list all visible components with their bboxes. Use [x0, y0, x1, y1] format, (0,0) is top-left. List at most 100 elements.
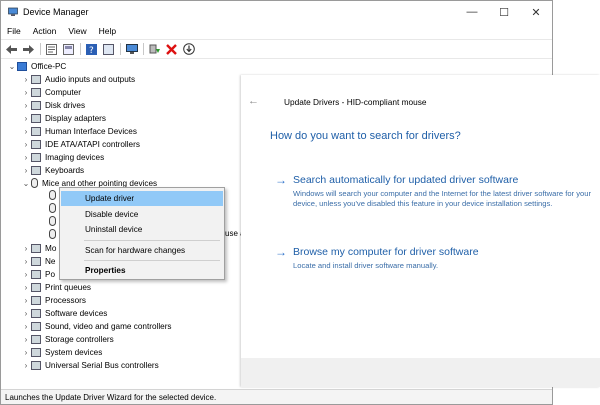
chevron-down-icon[interactable]: ⌄	[7, 62, 17, 71]
mouse-device-icon[interactable]	[49, 190, 56, 200]
menu-properties[interactable]: Properties	[61, 263, 223, 278]
show-hide-icon[interactable]	[62, 43, 75, 56]
toolbar-separator	[80, 43, 81, 55]
tree-item[interactable]: › Display adapters	[21, 112, 106, 124]
chevron-right-icon[interactable]: ›	[21, 257, 31, 266]
download-icon[interactable]	[182, 43, 195, 56]
update-drivers-panel: ← Update Drivers - HID-compliant mouse H…	[241, 75, 600, 387]
chevron-right-icon[interactable]: ›	[21, 127, 31, 136]
tree-item-label: Imaging devices	[45, 152, 105, 162]
storage-controller-icon	[31, 334, 41, 344]
tree-item[interactable]: › Storage controllers	[21, 333, 114, 345]
tree-item[interactable]: › Audio inputs and outputs	[21, 73, 135, 85]
tree-item[interactable]: › Mo	[21, 242, 56, 254]
menu-file[interactable]: File	[1, 26, 27, 36]
arrow-right-icon: →	[275, 245, 287, 259]
option-description: Windows will search your computer and th…	[293, 189, 591, 208]
update-driver-icon[interactable]	[148, 43, 161, 56]
hid-icon	[31, 126, 41, 136]
tree-item[interactable]: › Universal Serial Bus controllers	[21, 359, 159, 371]
menu-disable-device[interactable]: Disable device	[61, 207, 223, 222]
option-title[interactable]: Browse my computer for driver software	[293, 246, 479, 258]
tree-item-label: Universal Serial Bus controllers	[45, 360, 159, 370]
menu-scan-hardware[interactable]: Scan for hardware changes	[61, 243, 223, 258]
chevron-right-icon[interactable]: ›	[21, 309, 31, 318]
option-title[interactable]: Search automatically for updated driver …	[293, 174, 518, 186]
menu-action[interactable]: Action	[27, 26, 63, 36]
tree-item-label: Sound, video and game controllers	[45, 321, 172, 331]
uninstall-icon[interactable]	[165, 43, 178, 56]
tree-item-label: Keyboards	[45, 165, 85, 175]
mouse-device-icon[interactable]	[49, 216, 56, 226]
imaging-device-icon	[31, 152, 41, 162]
chevron-right-icon[interactable]: ›	[21, 140, 31, 149]
menu-help[interactable]: Help	[93, 26, 122, 36]
ports-icon	[31, 269, 41, 279]
tree-item[interactable]: › Keyboards	[21, 164, 84, 176]
mouse-device-icon[interactable]	[49, 203, 56, 213]
chevron-right-icon[interactable]: ›	[21, 88, 31, 97]
device-manager-icon	[8, 7, 18, 16]
processor-icon	[31, 295, 41, 305]
tree-root[interactable]: ⌄ Office-PC	[7, 60, 66, 72]
properties-icon[interactable]	[45, 43, 58, 56]
disk-drive-icon	[31, 100, 41, 110]
menu-separator	[84, 260, 220, 261]
computer-icon	[17, 61, 27, 71]
tree-item[interactable]: › Human Interface Devices	[21, 125, 137, 137]
tree-item-label: Ne	[45, 256, 56, 266]
menu-uninstall-device[interactable]: Uninstall device	[61, 222, 223, 237]
chevron-right-icon[interactable]: ›	[21, 283, 31, 292]
chevron-right-icon[interactable]: ›	[21, 322, 31, 331]
view-icon[interactable]	[102, 43, 115, 56]
forward-icon[interactable]	[22, 43, 35, 56]
network-icon	[31, 256, 41, 266]
software-device-icon	[31, 308, 41, 318]
tree-item[interactable]: › Po	[21, 268, 55, 280]
chevron-right-icon[interactable]: ›	[21, 75, 31, 84]
chevron-right-icon[interactable]: ›	[21, 361, 31, 370]
chevron-right-icon[interactable]: ›	[21, 153, 31, 162]
tree-item[interactable]: › System devices	[21, 346, 102, 358]
chevron-right-icon[interactable]: ›	[21, 348, 31, 357]
tree-item[interactable]: › Print queues	[21, 281, 91, 293]
chevron-right-icon[interactable]: ›	[21, 270, 31, 279]
tree-item[interactable]: › Imaging devices	[21, 151, 104, 163]
tree-item[interactable]: › Disk drives	[21, 99, 85, 111]
maximize-button[interactable]: ☐	[488, 1, 520, 23]
menu-view[interactable]: View	[62, 26, 92, 36]
chevron-right-icon[interactable]: ›	[21, 101, 31, 110]
tree-item-label: Software devices	[45, 308, 108, 318]
arrow-right-icon: →	[275, 173, 287, 187]
chevron-right-icon[interactable]: ›	[21, 166, 31, 175]
tree-item[interactable]: › Computer	[21, 86, 81, 98]
tree-item-label: Audio inputs and outputs	[45, 74, 136, 84]
chevron-right-icon[interactable]: ›	[21, 296, 31, 305]
chevron-right-icon[interactable]: ›	[21, 114, 31, 123]
display-adapter-icon	[31, 113, 41, 123]
back-icon[interactable]	[5, 43, 18, 56]
update-drivers-heading: How do you want to search for drivers?	[270, 130, 461, 142]
tree-item[interactable]: › Sound, video and game controllers	[21, 320, 172, 332]
tree-item[interactable]: › Processors	[21, 294, 86, 306]
tree-item[interactable]: › IDE ATA/ATAPI controllers	[21, 138, 140, 150]
tree-item[interactable]: › Software devices	[21, 307, 107, 319]
context-menu: Update driver Disable device Uninstall d…	[59, 187, 225, 280]
help-icon[interactable]: ?	[85, 43, 98, 56]
monitor-icon[interactable]	[125, 43, 138, 56]
update-drivers-footer	[241, 358, 600, 387]
chevron-down-icon[interactable]: ⌄	[21, 179, 31, 188]
usb-icon	[31, 360, 41, 370]
back-arrow-icon[interactable]: ←	[248, 95, 259, 107]
chevron-right-icon[interactable]: ›	[21, 335, 31, 344]
menu-update-driver[interactable]: Update driver	[61, 191, 223, 206]
chevron-right-icon[interactable]: ›	[21, 244, 31, 253]
close-button[interactable]: ✕	[520, 1, 552, 23]
minimize-button[interactable]: —	[456, 1, 488, 23]
ide-controller-icon	[31, 139, 41, 149]
toolbar: ?	[1, 39, 552, 59]
mouse-device-icon[interactable]	[49, 229, 56, 239]
tree-item-label: System devices	[45, 347, 103, 357]
system-device-icon	[31, 347, 41, 357]
tree-item[interactable]: › Ne	[21, 255, 55, 267]
